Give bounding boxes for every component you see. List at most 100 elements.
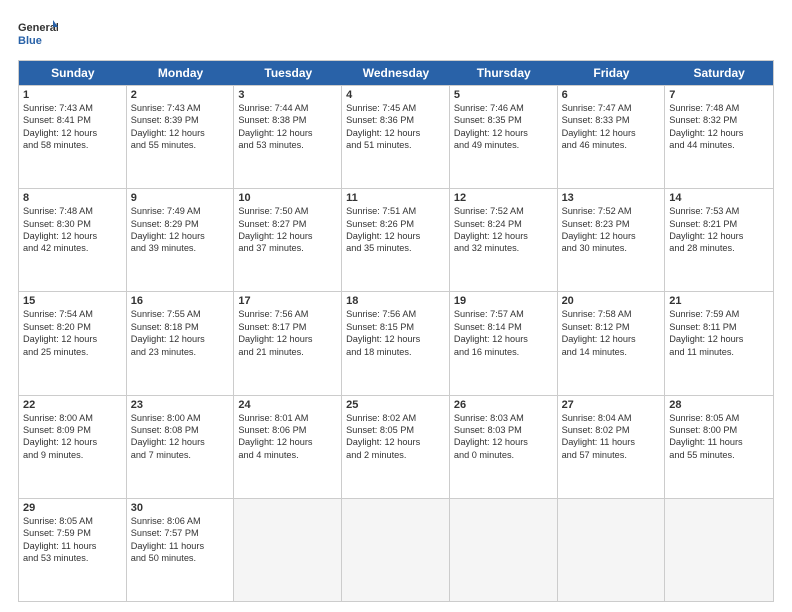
weekday-header-sunday: Sunday xyxy=(19,61,127,85)
cell-info-line: Daylight: 11 hours xyxy=(131,540,230,552)
cell-info-line: Sunset: 8:33 PM xyxy=(562,114,661,126)
day-number: 22 xyxy=(23,399,122,411)
day-number: 8 xyxy=(23,192,122,204)
cell-info-line: Sunrise: 7:46 AM xyxy=(454,102,553,114)
day-number: 10 xyxy=(238,192,337,204)
cell-info-line: and 39 minutes. xyxy=(131,242,230,254)
calendar: SundayMondayTuesdayWednesdayThursdayFrid… xyxy=(18,60,774,602)
cell-info-line: Sunrise: 8:02 AM xyxy=(346,412,445,424)
cell-info-line: and 35 minutes. xyxy=(346,242,445,254)
cell-info-line: and 23 minutes. xyxy=(131,346,230,358)
cell-info-line: Daylight: 12 hours xyxy=(238,333,337,345)
logo-graphic: General Blue xyxy=(18,18,58,50)
calendar-cell xyxy=(234,499,342,601)
cell-info-line: and 16 minutes. xyxy=(454,346,553,358)
cell-info-line: Daylight: 12 hours xyxy=(238,127,337,139)
day-number: 28 xyxy=(669,399,769,411)
cell-info-line: Sunrise: 7:51 AM xyxy=(346,205,445,217)
weekday-header-friday: Friday xyxy=(558,61,666,85)
cell-info-line: Daylight: 12 hours xyxy=(131,127,230,139)
svg-text:Blue: Blue xyxy=(18,35,42,47)
cell-info-line: Sunrise: 7:52 AM xyxy=(562,205,661,217)
logo: General Blue xyxy=(18,18,58,50)
calendar-cell xyxy=(665,499,773,601)
calendar-cell: 12Sunrise: 7:52 AMSunset: 8:24 PMDayligh… xyxy=(450,189,558,291)
calendar-row-3: 15Sunrise: 7:54 AMSunset: 8:20 PMDayligh… xyxy=(19,291,773,394)
calendar-header: SundayMondayTuesdayWednesdayThursdayFrid… xyxy=(19,61,773,85)
calendar-cell xyxy=(558,499,666,601)
cell-info-line: and 30 minutes. xyxy=(562,242,661,254)
calendar-cell: 1Sunrise: 7:43 AMSunset: 8:41 PMDaylight… xyxy=(19,86,127,188)
calendar-cell: 18Sunrise: 7:56 AMSunset: 8:15 PMDayligh… xyxy=(342,292,450,394)
cell-info-line: Sunset: 8:27 PM xyxy=(238,218,337,230)
cell-info-line: Daylight: 12 hours xyxy=(23,436,122,448)
cell-info-line: and 57 minutes. xyxy=(562,449,661,461)
cell-info-line: and 55 minutes. xyxy=(131,139,230,151)
cell-info-line: Sunrise: 7:47 AM xyxy=(562,102,661,114)
cell-info-line: Sunrise: 8:01 AM xyxy=(238,412,337,424)
cell-info-line: Sunrise: 8:04 AM xyxy=(562,412,661,424)
cell-info-line: and 11 minutes. xyxy=(669,346,769,358)
cell-info-line: Sunset: 7:57 PM xyxy=(131,527,230,539)
day-number: 15 xyxy=(23,295,122,307)
cell-info-line: Sunset: 8:24 PM xyxy=(454,218,553,230)
calendar-cell: 30Sunrise: 8:06 AMSunset: 7:57 PMDayligh… xyxy=(127,499,235,601)
cell-info-line: Sunset: 8:18 PM xyxy=(131,321,230,333)
cell-info-line: and 44 minutes. xyxy=(669,139,769,151)
cell-info-line: Sunset: 8:00 PM xyxy=(669,424,769,436)
cell-info-line: Sunset: 8:38 PM xyxy=(238,114,337,126)
cell-info-line: and 32 minutes. xyxy=(454,242,553,254)
calendar-cell: 15Sunrise: 7:54 AMSunset: 8:20 PMDayligh… xyxy=(19,292,127,394)
cell-info-line: Daylight: 12 hours xyxy=(562,230,661,242)
calendar-cell xyxy=(342,499,450,601)
cell-info-line: Daylight: 12 hours xyxy=(562,333,661,345)
cell-info-line: Sunset: 7:59 PM xyxy=(23,527,122,539)
weekday-header-monday: Monday xyxy=(127,61,235,85)
day-number: 19 xyxy=(454,295,553,307)
cell-info-line: Sunset: 8:06 PM xyxy=(238,424,337,436)
cell-info-line: and 4 minutes. xyxy=(238,449,337,461)
cell-info-line: Sunset: 8:05 PM xyxy=(346,424,445,436)
cell-info-line: Sunrise: 7:56 AM xyxy=(346,308,445,320)
cell-info-line: and 14 minutes. xyxy=(562,346,661,358)
calendar-cell: 11Sunrise: 7:51 AMSunset: 8:26 PMDayligh… xyxy=(342,189,450,291)
day-number: 20 xyxy=(562,295,661,307)
calendar-row-1: 1Sunrise: 7:43 AMSunset: 8:41 PMDaylight… xyxy=(19,85,773,188)
cell-info-line: and 46 minutes. xyxy=(562,139,661,151)
cell-info-line: Sunrise: 7:48 AM xyxy=(23,205,122,217)
cell-info-line: Daylight: 11 hours xyxy=(562,436,661,448)
cell-info-line: and 58 minutes. xyxy=(23,139,122,151)
day-number: 7 xyxy=(669,89,769,101)
cell-info-line: Daylight: 12 hours xyxy=(131,333,230,345)
cell-info-line: Sunset: 8:15 PM xyxy=(346,321,445,333)
cell-info-line: Daylight: 12 hours xyxy=(238,230,337,242)
cell-info-line: Daylight: 12 hours xyxy=(23,333,122,345)
calendar-cell: 20Sunrise: 7:58 AMSunset: 8:12 PMDayligh… xyxy=(558,292,666,394)
calendar-cell: 29Sunrise: 8:05 AMSunset: 7:59 PMDayligh… xyxy=(19,499,127,601)
cell-info-line: Sunset: 8:17 PM xyxy=(238,321,337,333)
weekday-header-tuesday: Tuesday xyxy=(234,61,342,85)
calendar-cell xyxy=(450,499,558,601)
calendar-cell: 25Sunrise: 8:02 AMSunset: 8:05 PMDayligh… xyxy=(342,396,450,498)
cell-info-line: Daylight: 12 hours xyxy=(669,333,769,345)
cell-info-line: Daylight: 12 hours xyxy=(346,127,445,139)
day-number: 27 xyxy=(562,399,661,411)
calendar-cell: 26Sunrise: 8:03 AMSunset: 8:03 PMDayligh… xyxy=(450,396,558,498)
cell-info-line: and 51 minutes. xyxy=(346,139,445,151)
calendar-row-4: 22Sunrise: 8:00 AMSunset: 8:09 PMDayligh… xyxy=(19,395,773,498)
cell-info-line: and 49 minutes. xyxy=(454,139,553,151)
day-number: 29 xyxy=(23,502,122,514)
cell-info-line: Daylight: 12 hours xyxy=(669,230,769,242)
cell-info-line: Sunset: 8:02 PM xyxy=(562,424,661,436)
calendar-cell: 16Sunrise: 7:55 AMSunset: 8:18 PMDayligh… xyxy=(127,292,235,394)
cell-info-line: and 7 minutes. xyxy=(131,449,230,461)
cell-info-line: Sunrise: 7:53 AM xyxy=(669,205,769,217)
cell-info-line: Daylight: 11 hours xyxy=(23,540,122,552)
cell-info-line: Daylight: 11 hours xyxy=(669,436,769,448)
cell-info-line: Daylight: 12 hours xyxy=(454,127,553,139)
cell-info-line: and 50 minutes. xyxy=(131,552,230,564)
calendar-cell: 28Sunrise: 8:05 AMSunset: 8:00 PMDayligh… xyxy=(665,396,773,498)
cell-info-line: Sunset: 8:08 PM xyxy=(131,424,230,436)
day-number: 24 xyxy=(238,399,337,411)
cell-info-line: and 37 minutes. xyxy=(238,242,337,254)
